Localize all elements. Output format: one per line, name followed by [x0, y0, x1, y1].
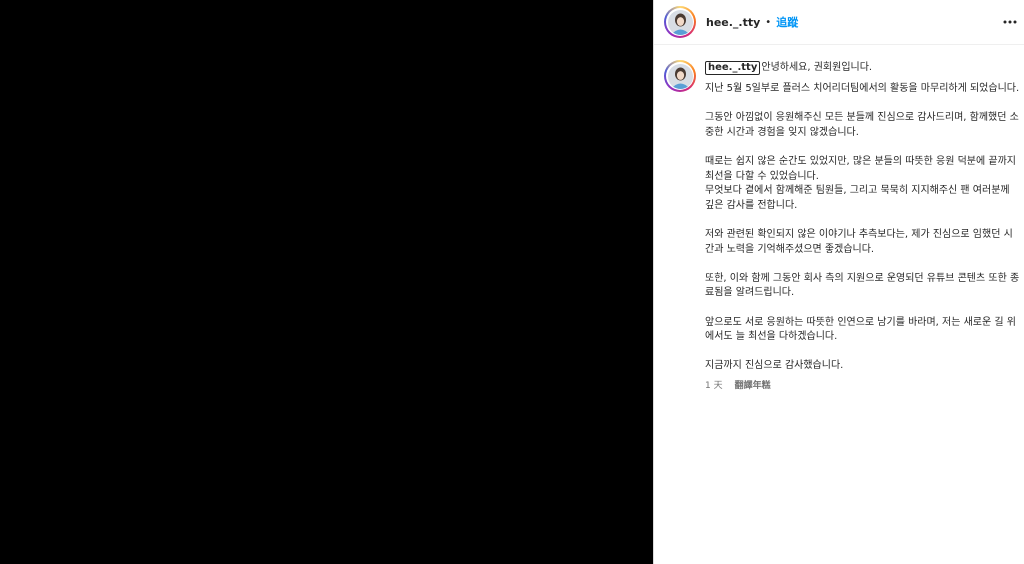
header-separator: •	[765, 16, 772, 28]
post-media	[0, 0, 653, 564]
follow-button[interactable]: 追蹤	[776, 14, 798, 30]
post-time: 1 天	[705, 380, 723, 391]
caption-meta: 1 天 翻譯年糕	[705, 378, 1021, 391]
post-sidebar: hee._.tty • 追蹤 hee._.tty 안녕하세요, 권회원입니다. …	[653, 0, 1024, 564]
header-username[interactable]: hee._.tty	[706, 16, 760, 29]
caption-body: hee._.tty 안녕하세요, 권회원입니다. 지난 5월 5일부로 플러스 치…	[705, 60, 1021, 391]
avatar[interactable]	[664, 6, 696, 38]
avatar-photo	[667, 63, 693, 89]
caption-text: 지난 5월 5일부로 플러스 치어리더팀에서의 활동을 마무리하게 되었습니다.…	[705, 83, 1020, 372]
caption-avatar[interactable]	[664, 60, 696, 92]
avatar-photo	[667, 9, 693, 35]
caption-section: hee._.tty 안녕하세요, 권회원입니다. 지난 5월 5일부로 플러스 치…	[654, 45, 1024, 391]
more-options-icon[interactable]	[1002, 14, 1018, 30]
caption-greeting: 안녕하세요, 권회원입니다.	[761, 62, 873, 73]
caption-username[interactable]: hee._.tty	[705, 61, 761, 75]
post-header: hee._.tty • 追蹤	[654, 0, 1024, 45]
translate-button[interactable]: 翻譯年糕	[735, 378, 771, 391]
